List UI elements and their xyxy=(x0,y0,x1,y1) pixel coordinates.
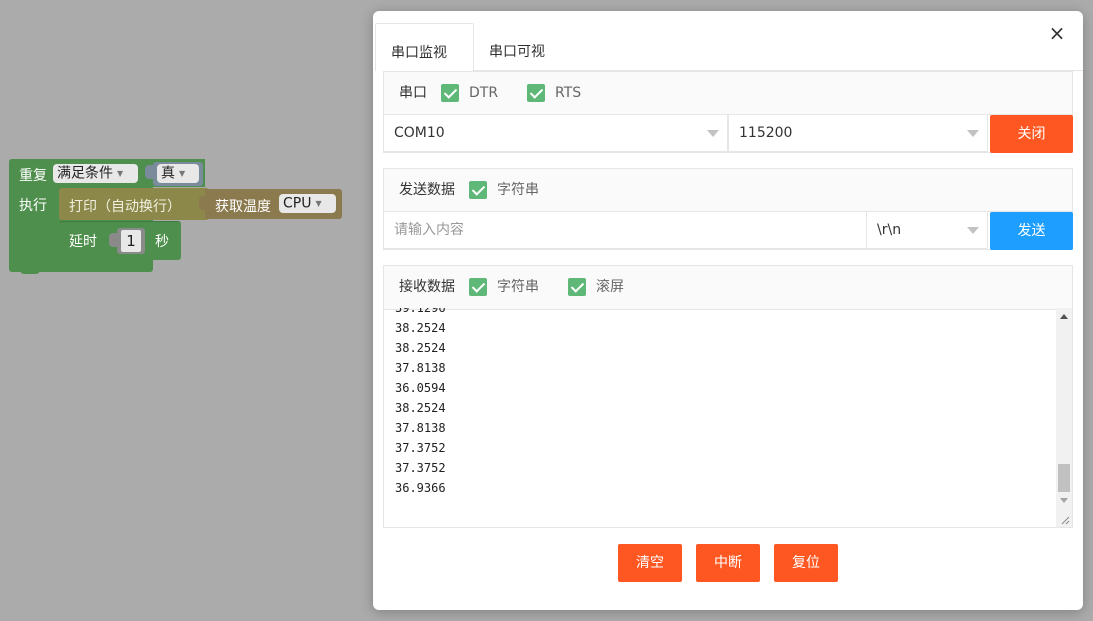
break-button[interactable]: 中断 xyxy=(696,544,760,582)
print-label: 打印（自动换行） xyxy=(69,199,181,215)
temperature-source-value: CPU xyxy=(283,195,312,212)
chevron-down-icon xyxy=(967,227,979,234)
dropdown-arrow-icon: ▼ xyxy=(315,199,322,208)
receive-string-label: 字符串 xyxy=(497,279,539,295)
send-input[interactable]: 请输入内容 xyxy=(383,211,867,249)
receive-data-header: 接收数据 字符串 滚屏 xyxy=(384,266,1072,310)
receive-output[interactable]: 39.1296 38.2524 38.2524 37.8138 36.0594 38.25… xyxy=(383,308,1073,528)
send-button[interactable]: 发送 xyxy=(990,212,1073,250)
input-connector xyxy=(109,233,117,247)
port-select[interactable]: COM10 xyxy=(383,114,728,152)
temperature-label: 获取温度 xyxy=(215,199,271,215)
receive-line: 38.2524 xyxy=(395,401,446,415)
receive-line: 37.3752 xyxy=(395,461,446,475)
receive-string-checkbox[interactable] xyxy=(469,278,487,296)
condition-dropdown-value: 满足条件 xyxy=(57,165,113,182)
baud-select-value: 115200 xyxy=(739,125,793,141)
input-connector xyxy=(145,165,153,179)
repeat-block-bottom-notch xyxy=(20,268,40,274)
port-select-value: COM10 xyxy=(394,125,445,141)
repeat-label: 重复 xyxy=(19,168,47,184)
baud-select[interactable]: 115200 xyxy=(728,114,988,152)
reset-button[interactable]: 复位 xyxy=(774,544,838,582)
bool-dropdown[interactable]: 真 ▼ xyxy=(157,164,199,183)
serial-port-header: 串口 DTR RTS xyxy=(384,72,1072,115)
dtr-label: DTR xyxy=(469,85,499,101)
auto-scroll-label: 滚屏 xyxy=(596,279,624,295)
dtr-checkbox[interactable] xyxy=(441,84,459,102)
scrollbar-thumb[interactable] xyxy=(1058,464,1070,492)
dropdown-arrow-icon: ▼ xyxy=(117,169,124,178)
tab-serial-monitor[interactable]: 串口监视器 xyxy=(375,23,474,119)
blockly-workspace[interactable]: 重复 满足条件 ▼ 真 ▼ 执行 打印（自动换行） 获取温度 CPU ▼ 延时 1 秒 xyxy=(0,0,373,621)
scrollbar[interactable] xyxy=(1056,308,1072,527)
delay-value-field[interactable]: 1 xyxy=(121,230,141,252)
receive-line: 38.2524 xyxy=(395,341,446,355)
serial-dialog: 串口监视器 串口可视化 × 串口 DTR RTS COM10 115200 关闭… xyxy=(373,11,1083,610)
temperature-source-dropdown[interactable]: CPU ▼ xyxy=(279,194,336,213)
tab-serial-visualization[interactable]: 串口可视化 xyxy=(474,23,573,118)
receive-line: 36.9366 xyxy=(395,481,446,495)
tab-bar: 串口监视器 串口可视化 × xyxy=(373,11,1083,119)
send-string-label: 字符串 xyxy=(497,182,539,198)
condition-dropdown[interactable]: 满足条件 ▼ xyxy=(53,164,138,183)
receive-data-panel: 接收数据 字符串 滚屏 xyxy=(383,265,1073,310)
scroll-up-icon[interactable] xyxy=(1060,314,1068,319)
receive-line: 38.2524 xyxy=(395,321,446,335)
line-ending-value: \r\n xyxy=(877,222,902,238)
send-input-placeholder: 请输入内容 xyxy=(394,222,464,238)
exec-label: 执行 xyxy=(19,198,47,214)
close-port-button[interactable]: 关闭 xyxy=(990,115,1073,153)
receive-lines: 39.1296 38.2524 38.2524 37.8138 36.0594 38.25… xyxy=(395,308,446,498)
receive-line: 37.8138 xyxy=(395,421,446,435)
receive-line: 36.0594 xyxy=(395,381,446,395)
auto-scroll-checkbox[interactable] xyxy=(568,278,586,296)
scroll-down-icon[interactable] xyxy=(1060,498,1068,503)
receive-line: 39.1296 xyxy=(395,308,446,315)
send-string-checkbox[interactable] xyxy=(469,181,487,199)
serial-port-title: 串口 xyxy=(399,85,427,101)
send-data-title: 发送数据 xyxy=(399,182,455,198)
receive-line: 37.3752 xyxy=(395,441,446,455)
resize-grip-icon[interactable] xyxy=(1060,515,1070,525)
line-ending-select[interactable]: \r\n xyxy=(866,211,988,249)
clear-button[interactable]: 清空 xyxy=(618,544,682,582)
delay-unit-label: 秒 xyxy=(155,234,169,250)
send-data-header: 发送数据 字符串 xyxy=(384,169,1072,212)
delay-label: 延时 xyxy=(69,234,97,250)
rts-checkbox[interactable] xyxy=(527,84,545,102)
dropdown-arrow-icon: ▼ xyxy=(179,169,186,178)
bool-dropdown-value: 真 xyxy=(161,165,175,182)
chevron-down-icon xyxy=(707,130,719,137)
receive-line: 37.8138 xyxy=(395,361,446,375)
receive-data-title: 接收数据 xyxy=(399,279,455,295)
chevron-down-icon xyxy=(967,130,979,137)
close-icon[interactable]: × xyxy=(1045,21,1069,45)
rts-label: RTS xyxy=(555,85,582,101)
